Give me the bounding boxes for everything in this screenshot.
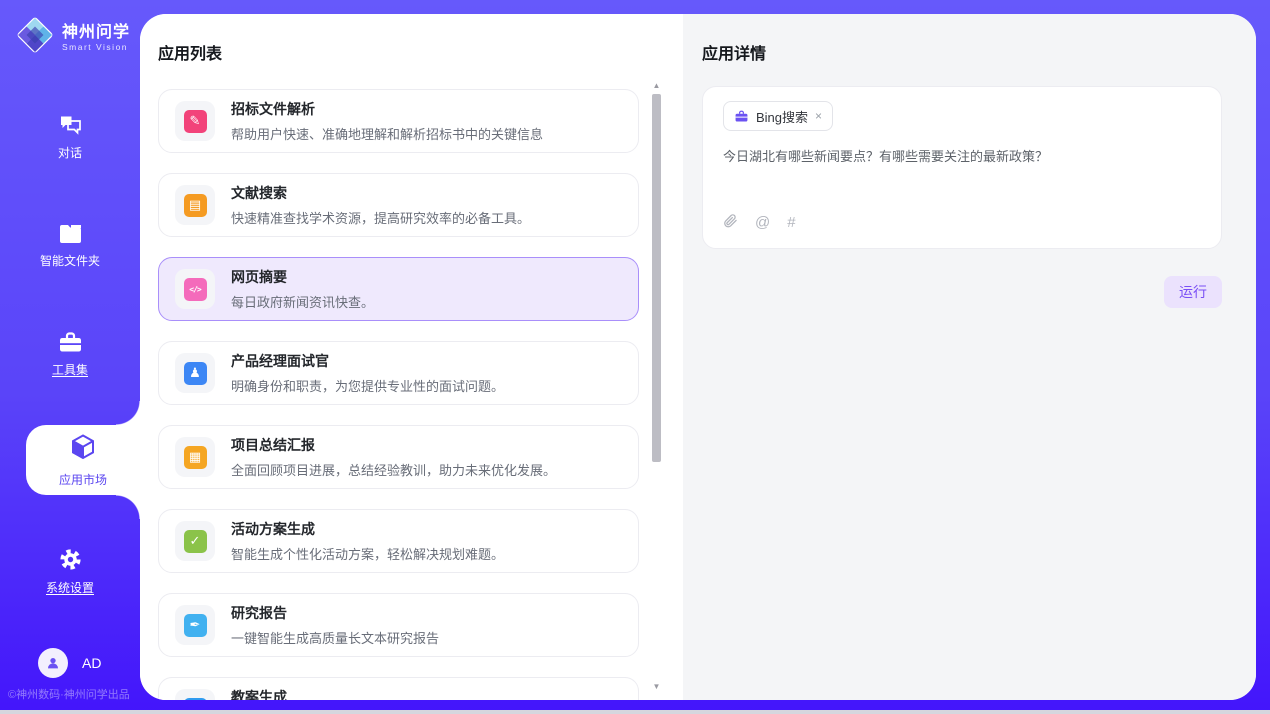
user-initials: AD bbox=[82, 655, 101, 671]
user-row[interactable]: AD bbox=[38, 648, 101, 678]
brand: 神州问学 Smart Vision bbox=[16, 16, 130, 59]
app-card-title: 项目总结汇报 bbox=[231, 435, 556, 455]
brand-subtitle: Smart Vision bbox=[62, 42, 130, 52]
app-detail-title: 应用详情 bbox=[702, 40, 1222, 64]
app-card-description: 一键智能生成高质量长文本研究报告 bbox=[231, 628, 439, 647]
interviewer-icon: ♟ bbox=[184, 362, 207, 385]
attachment-icon[interactable] bbox=[723, 213, 738, 232]
avatar[interactable] bbox=[38, 648, 68, 678]
close-icon[interactable]: × bbox=[815, 109, 822, 123]
app-list-panel: 应用列表 ✎ 招标文件解析帮助用户快速、准确地理解和解析招标书中的关键信息 ▤ 文献搜… bbox=[140, 14, 683, 700]
tool-tag-label: Bing搜索 bbox=[756, 107, 808, 126]
briefcase-icon bbox=[734, 109, 749, 124]
app-icon-tile: ✒ bbox=[175, 605, 215, 645]
books-icon: ≡ bbox=[184, 698, 207, 701]
input-toolbar: @ # bbox=[723, 213, 1201, 236]
scrollbar-thumb[interactable] bbox=[652, 94, 661, 462]
app-card-title: 教案生成 bbox=[231, 687, 504, 700]
app-card-研究报告[interactable]: ✒ 研究报告一键智能生成高质量长文本研究报告 bbox=[158, 593, 639, 657]
hashtag-icon[interactable]: # bbox=[787, 215, 795, 230]
scrollbar[interactable]: ▲ ▼ bbox=[651, 80, 662, 692]
sidebar-item-label: 智能文件夹 bbox=[0, 252, 140, 269]
prompt-card[interactable]: Bing搜索 × 今日湖北有哪些新闻要点？有哪些需要关注的最新政策？ @ # bbox=[702, 86, 1222, 249]
sidebar-item-label: 应用市场 bbox=[59, 471, 107, 488]
app-card-活动方案生成[interactable]: ✓ 活动方案生成智能生成个性化活动方案，轻松解决规划难题。 bbox=[158, 509, 639, 573]
sidebar-item-系统设置[interactable]: 系统设置 bbox=[0, 546, 140, 596]
query-input[interactable]: 今日湖北有哪些新闻要点？有哪些需要关注的最新政策？ bbox=[723, 146, 1201, 213]
window-bottom-strip bbox=[0, 710, 1270, 714]
run-button[interactable]: 运行 bbox=[1164, 276, 1222, 308]
app-detail-panel: 应用详情 Bing搜索 × 今日湖北有哪些新闻要点？有哪些需要关注的最新政策？ bbox=[683, 14, 1256, 700]
app-icon-tile: ✓ bbox=[175, 521, 215, 561]
sidebar: 神州问学 Smart Vision 对话智能文件夹工具集应用市场系统设置 AD … bbox=[0, 0, 140, 714]
app-card-教案生成[interactable]: ≡教案生成模板驱动，教案秒生成，教学准备从此轻松快捷 bbox=[158, 677, 639, 700]
sidebar-item-label: 对话 bbox=[0, 144, 140, 161]
sidebar-item-应用市场[interactable]: 应用市场 bbox=[26, 425, 140, 495]
app-card-description: 快速精准查找学术资源，提高研究效率的必备工具。 bbox=[231, 208, 530, 227]
app-card-description: 每日政府新闻资讯快查。 bbox=[231, 292, 374, 311]
quill-icon: ✒ bbox=[184, 614, 207, 637]
scrollbar-up-arrow[interactable]: ▲ bbox=[651, 80, 662, 91]
mention-icon[interactable]: @ bbox=[755, 215, 770, 230]
gear-icon bbox=[0, 546, 140, 573]
sidebar-item-对话[interactable]: 对话 bbox=[0, 112, 140, 161]
sidebar-item-label: 工具集 bbox=[0, 361, 140, 378]
active-tab-notch-top bbox=[116, 401, 140, 425]
app-icon-tile: ▦ bbox=[175, 437, 215, 477]
app-card-产品经理面试官[interactable]: ♟ 产品经理面试官明确身份和职责，为您提供专业性的面试问题。 bbox=[158, 341, 639, 405]
app-card-title: 产品经理面试官 bbox=[231, 351, 504, 371]
scrollbar-down-arrow[interactable]: ▼ bbox=[651, 681, 662, 692]
sidebar-item-label: 系统设置 bbox=[0, 579, 140, 596]
browser-code-icon: </> bbox=[184, 278, 207, 301]
diamond-logo-icon bbox=[16, 16, 54, 59]
chat-icon bbox=[0, 112, 140, 138]
clipboard-check-icon: ✓ bbox=[184, 530, 207, 553]
person-icon bbox=[45, 655, 61, 671]
app-card-文献搜索[interactable]: ▤ 文献搜索快速精准查找学术资源，提高研究效率的必备工具。 bbox=[158, 173, 639, 237]
app-card-网页摘要[interactable]: </> 网页摘要每日政府新闻资讯快查。 bbox=[158, 257, 639, 321]
folder-icon bbox=[0, 222, 140, 246]
app-card-title: 网页摘要 bbox=[231, 267, 374, 287]
app-card-title: 文献搜索 bbox=[231, 183, 530, 203]
app-card-title: 活动方案生成 bbox=[231, 519, 504, 539]
active-tab-notch-bottom bbox=[116, 495, 140, 519]
copyright-text: ©神州数码·神州问学出品 bbox=[8, 686, 142, 702]
cube-icon bbox=[68, 432, 98, 467]
app-card-description: 帮助用户快速、准确地理解和解析招标书中的关键信息 bbox=[231, 124, 543, 143]
app-card-description: 智能生成个性化活动方案，轻松解决规划难题。 bbox=[231, 544, 504, 563]
main-panel: 应用列表 ✎ 招标文件解析帮助用户快速、准确地理解和解析招标书中的关键信息 ▤ 文献搜… bbox=[140, 14, 1256, 700]
app-icon-tile: ♟ bbox=[175, 353, 215, 393]
app-card-description: 全面回顾项目进展，总结经验教训，助力未来优化发展。 bbox=[231, 460, 556, 479]
app-list-title: 应用列表 bbox=[158, 40, 665, 64]
book-icon: ▤ bbox=[184, 194, 207, 217]
briefcase-icon bbox=[0, 330, 140, 355]
app-icon-tile: ✎ bbox=[175, 101, 215, 141]
app-card-项目总结汇报[interactable]: ▦ 项目总结汇报全面回顾项目进展，总结经验教训，助力未来优化发展。 bbox=[158, 425, 639, 489]
brand-name: 神州问学 bbox=[62, 24, 130, 41]
app-card-description: 明确身份和职责，为您提供专业性的面试问题。 bbox=[231, 376, 504, 395]
app-card-招标文件解析[interactable]: ✎ 招标文件解析帮助用户快速、准确地理解和解析招标书中的关键信息 bbox=[158, 89, 639, 153]
calendar-report-icon: ▦ bbox=[184, 446, 207, 469]
pen-square-icon: ✎ bbox=[184, 110, 207, 133]
app-icon-tile: ▤ bbox=[175, 185, 215, 225]
app-list: ✎ 招标文件解析帮助用户快速、准确地理解和解析招标书中的关键信息 ▤ 文献搜索快速精准… bbox=[158, 89, 665, 700]
app-card-title: 研究报告 bbox=[231, 603, 439, 623]
app-icon-tile: ≡ bbox=[175, 689, 215, 700]
sidebar-item-工具集[interactable]: 工具集 bbox=[0, 330, 140, 378]
sidebar-item-智能文件夹[interactable]: 智能文件夹 bbox=[0, 222, 140, 269]
app-icon-tile: </> bbox=[175, 269, 215, 309]
tool-tag-bing[interactable]: Bing搜索 × bbox=[723, 101, 833, 131]
app-card-title: 招标文件解析 bbox=[231, 99, 543, 119]
